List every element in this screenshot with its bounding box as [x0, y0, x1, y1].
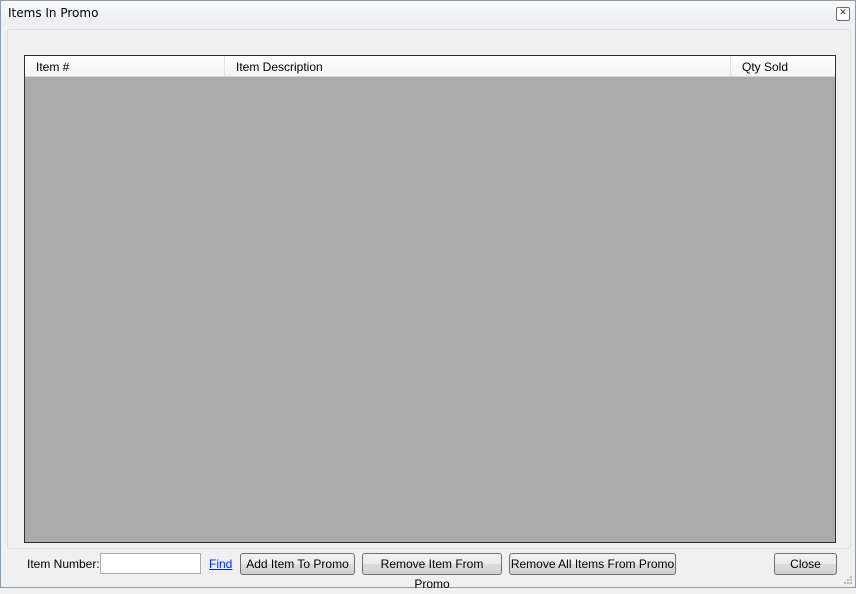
find-link[interactable]: Find [209, 557, 232, 571]
item-number-label: Item Number: [27, 557, 100, 571]
promo-items-list[interactable]: Item # Item Description Qty Sold [24, 55, 836, 543]
title-bar[interactable]: Items In Promo ✕ [1, 1, 855, 25]
add-item-to-promo-button[interactable]: Add Item To Promo [240, 553, 355, 575]
item-number-input[interactable] [100, 553, 201, 574]
list-header: Item # Item Description Qty Sold [25, 56, 835, 77]
items-in-promo-window: Items In Promo ✕ Item # Item Description… [0, 0, 856, 591]
column-header-item-number[interactable]: Item # [25, 56, 225, 76]
column-header-qty-sold[interactable]: Qty Sold [731, 56, 835, 76]
close-button[interactable]: Close [774, 553, 837, 575]
remove-item-from-promo-button[interactable]: Remove Item From Promo [362, 553, 502, 591]
window-title: Items In Promo [8, 6, 99, 20]
remove-all-items-from-promo-button[interactable]: Remove All Items From Promo [509, 553, 676, 575]
column-header-item-description[interactable]: Item Description [225, 56, 731, 76]
resize-grip-icon[interactable] [843, 575, 853, 585]
window-close-icon[interactable]: ✕ [836, 7, 850, 21]
